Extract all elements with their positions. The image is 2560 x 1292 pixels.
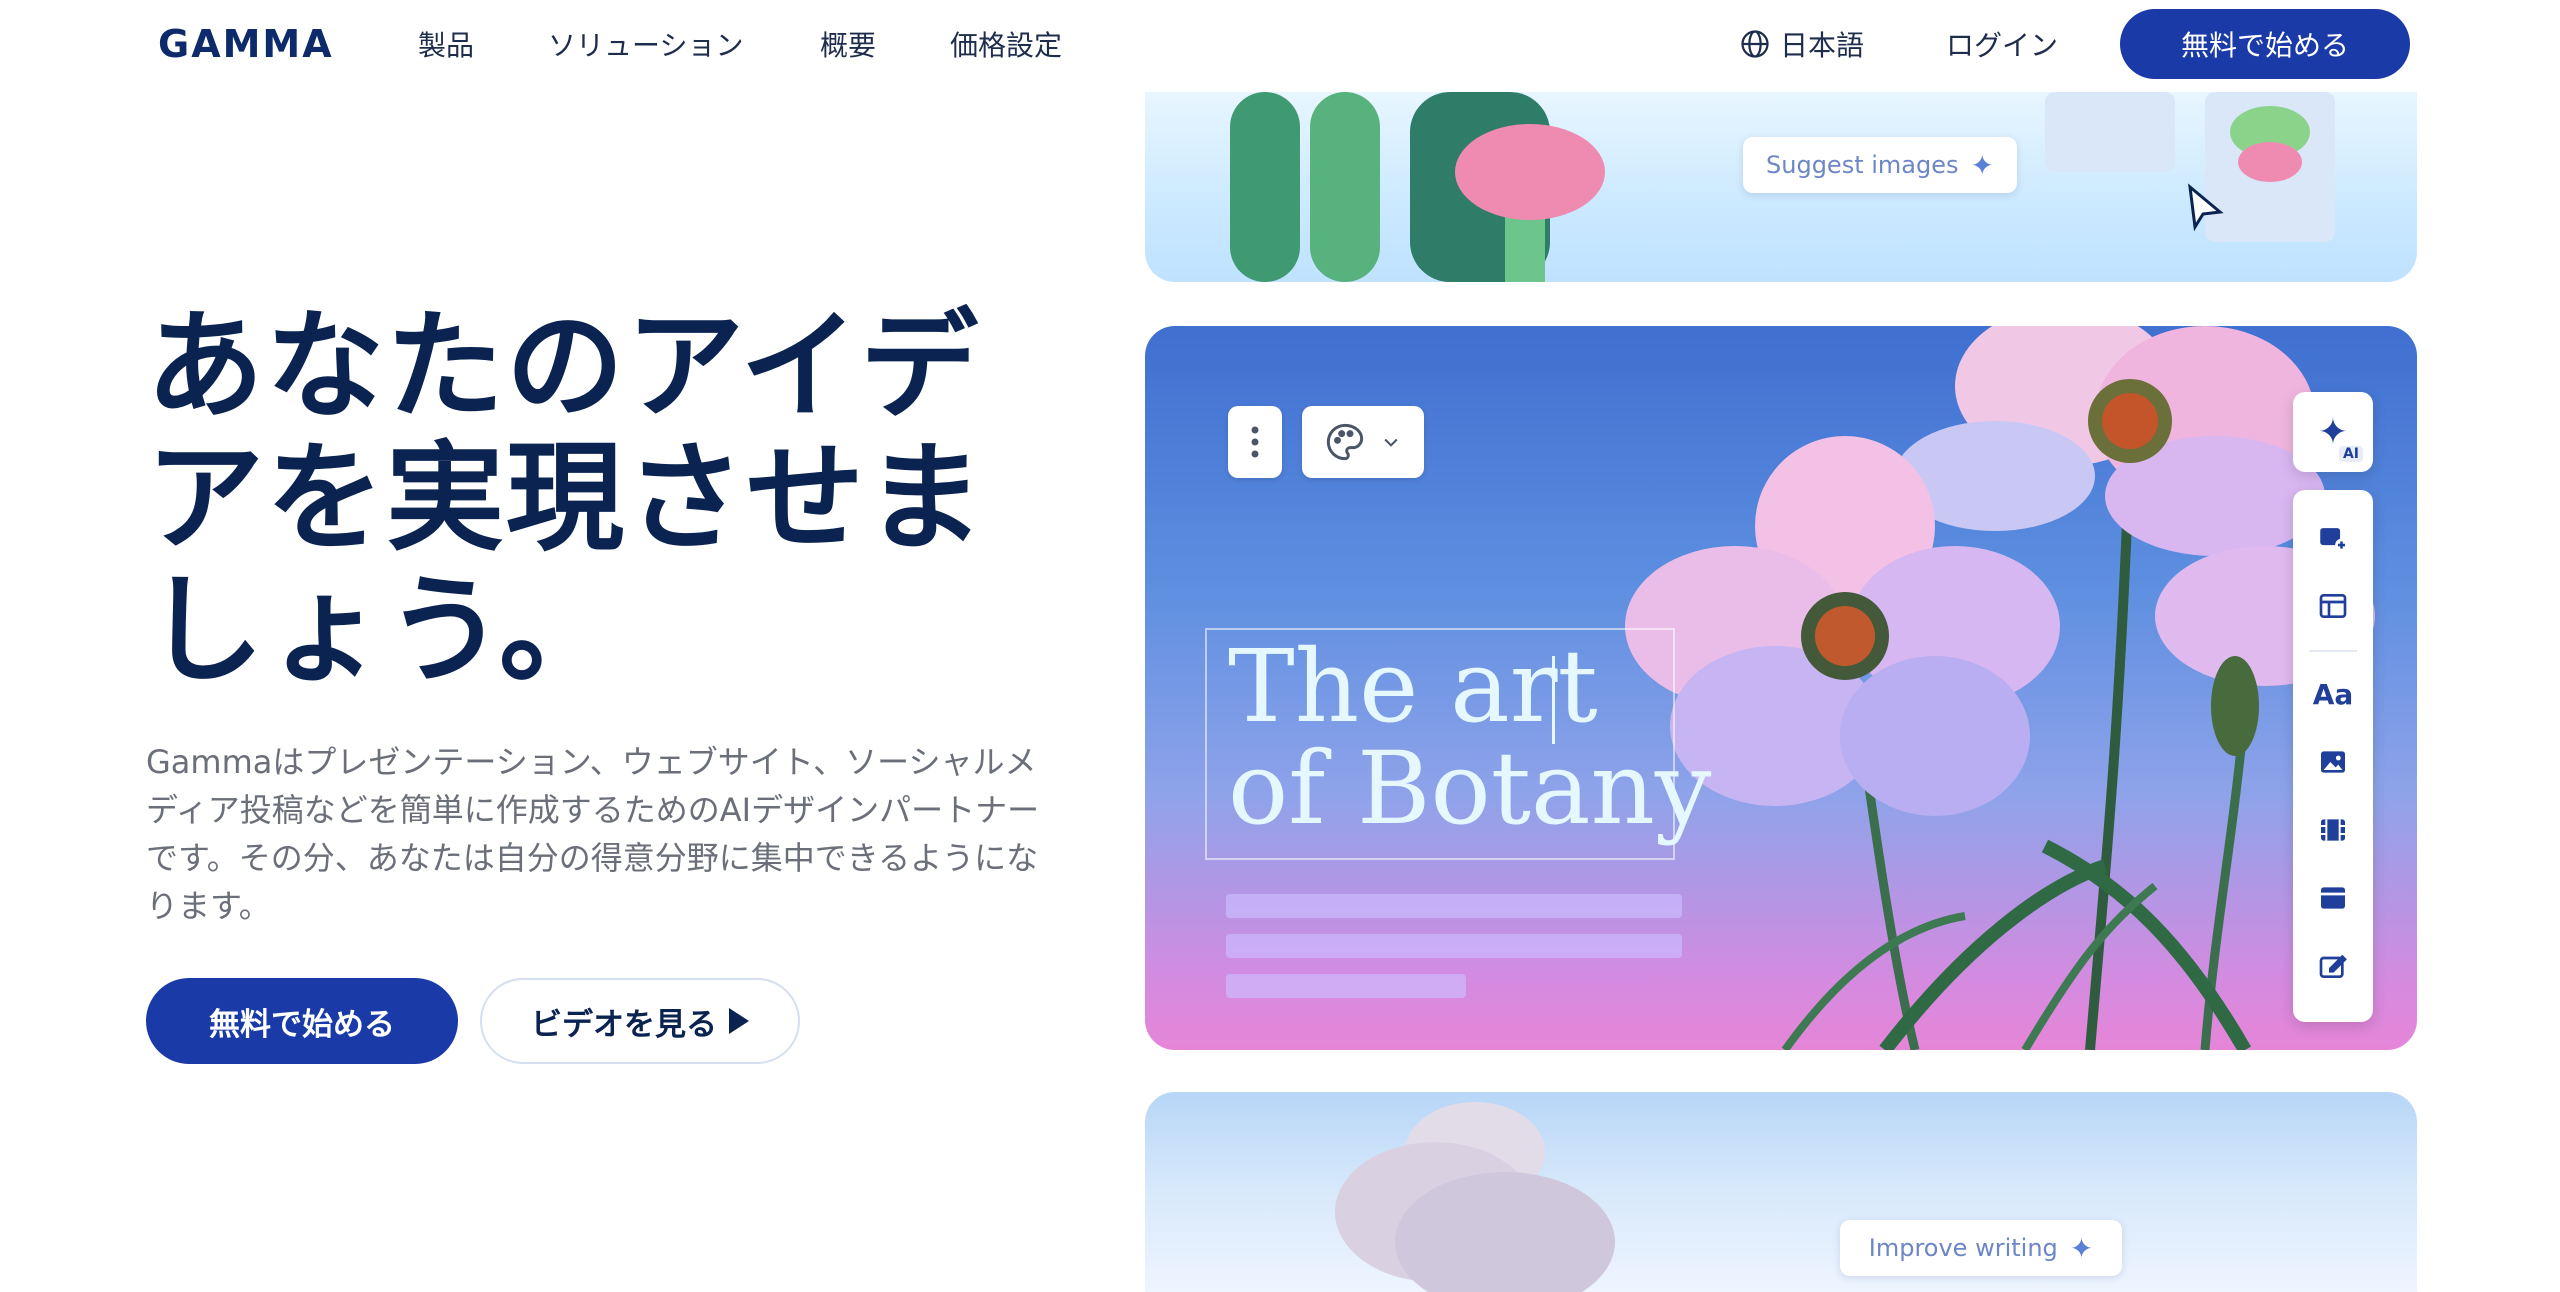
more-vertical-icon	[1251, 426, 1259, 458]
gamma-logo[interactable]: GAMMA	[158, 22, 334, 66]
card-title-line2: of Botany	[1228, 730, 1712, 847]
toolbar-divider	[2309, 650, 2357, 652]
text-placeholder-line	[1226, 894, 1682, 918]
nav-link-products[interactable]: 製品	[418, 24, 474, 64]
ai-badge: AI	[2338, 446, 2363, 462]
nav-link-overview[interactable]: 概要	[820, 24, 876, 64]
globe-icon	[1741, 30, 1769, 58]
nav-signup-button[interactable]: 無料で始める	[2120, 9, 2410, 79]
play-icon	[729, 1008, 749, 1034]
palette-icon	[1326, 423, 1364, 461]
language-label: 日本語	[1780, 29, 1865, 62]
sparkle-icon: ✦	[2069, 1231, 2094, 1265]
login-link[interactable]: ログイン	[1946, 24, 2058, 64]
improve-writing-pill[interactable]: Improve writing ✦	[1840, 1220, 2122, 1276]
video-icon[interactable]	[2313, 810, 2353, 850]
text-placeholder-line	[1226, 934, 1682, 958]
form-edit-icon[interactable]	[2313, 946, 2353, 986]
embed-icon[interactable]	[2313, 878, 2353, 918]
hero-description: Gammaはプレゼンテーション、ウェブサイト、ソーシャルメディア投稿などを簡単に…	[146, 743, 1040, 925]
layout-icon[interactable]	[2313, 586, 2353, 626]
add-card-icon[interactable]	[2313, 518, 2353, 558]
suggest-images-pill[interactable]: Suggest images ✦	[1743, 137, 2017, 193]
image-icon[interactable]	[2313, 742, 2353, 782]
sparkle-icon: ✦	[1970, 148, 1994, 182]
watch-video-label: ビデオを見る	[531, 1006, 717, 1043]
cloud-illustration	[1335, 1102, 1615, 1292]
suggest-images-label: Suggest images	[1766, 151, 1959, 179]
ai-assistant-button[interactable]: ✦ AI	[2293, 392, 2373, 472]
nav-link-pricing[interactable]: 価格設定	[950, 24, 1062, 64]
watch-video-button[interactable]: ビデオを見る	[480, 978, 800, 1064]
top-nav: GAMMA 製品 ソリューション 概要 価格設定 日本語 ログイン 無料で始める	[0, 0, 2560, 92]
insert-toolbar: Aa	[2293, 490, 2373, 1022]
language-selector[interactable]: 日本語	[1740, 24, 1864, 64]
card-title-line1: The art	[1228, 628, 1598, 745]
hero-title: あなたのアイデアを実現させましょう。	[146, 297, 987, 699]
improve-writing-label: Improve writing	[1868, 1234, 2058, 1262]
block-menu-button[interactable]	[1228, 406, 1282, 478]
text-placeholder-line	[1226, 974, 1466, 998]
start-free-button[interactable]: 無料で始める	[146, 978, 458, 1064]
theme-menu-button[interactable]	[1302, 406, 1424, 478]
card-title[interactable]: The art of Botany	[1228, 636, 1711, 840]
showcase-card-top: Suggest images ✦	[1145, 92, 2417, 282]
nav-link-solutions[interactable]: ソリューション	[548, 24, 743, 64]
chevron-down-icon	[1384, 438, 1398, 447]
text-cursor	[1552, 656, 1555, 744]
text-style-icon[interactable]: Aa	[2313, 674, 2354, 714]
showcase-card-bottom: Improve writing ✦	[1145, 1092, 2417, 1292]
